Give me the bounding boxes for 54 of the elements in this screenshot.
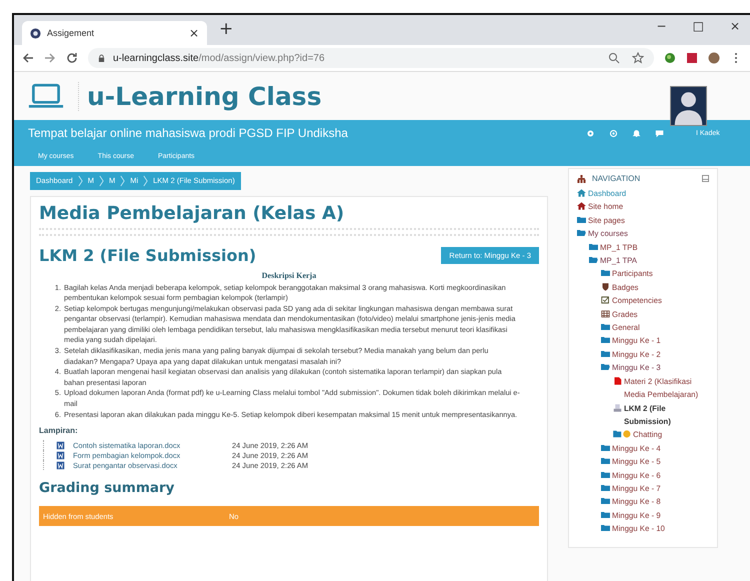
avatar-icon[interactable]	[708, 52, 720, 64]
document-icon	[613, 376, 622, 385]
extension-icon[interactable]	[686, 52, 698, 64]
star-icon[interactable]	[632, 52, 644, 64]
site-tagline: Tempat belajar online mahasiswa prodi PGSD FIP Undiksha	[28, 126, 349, 140]
tab-title: Assigement	[47, 28, 96, 38]
zoom-icon[interactable]	[608, 52, 620, 64]
description-heading: Deskripsi Kerja	[260, 270, 318, 280]
reload-icon[interactable]	[66, 52, 78, 64]
extension-icon[interactable]	[664, 52, 676, 64]
course-title: Media Pembelajaran (Kelas A)	[39, 202, 346, 224]
forward-arrow-icon[interactable]	[44, 52, 56, 64]
folder-icon	[577, 216, 586, 224]
laptop-icon	[28, 82, 64, 110]
window-control-button[interactable]: □	[692, 19, 704, 33]
chevron-icon	[78, 174, 83, 186]
window-control-button[interactable]: ×	[730, 19, 740, 33]
table-icon	[601, 310, 610, 318]
back-arrow-icon[interactable]	[22, 52, 34, 64]
attachments-label: Lampiran:	[39, 426, 79, 436]
new-tab-button[interactable]: +	[219, 18, 234, 38]
chat-bubble-icon[interactable]	[655, 128, 664, 138]
home-icon	[577, 189, 586, 197]
chevron-icon	[120, 174, 126, 186]
shield-icon	[601, 282, 610, 291]
navigation-title: NAVIGATION	[592, 174, 642, 182]
sitemap-icon	[577, 175, 586, 183]
browser-tab[interactable]: Assigement ×	[22, 21, 207, 45]
open-folder-icon	[577, 229, 586, 238]
word-document-icon	[56, 460, 65, 470]
target-icon[interactable]	[609, 128, 618, 138]
bell-icon[interactable]	[632, 128, 641, 138]
lock-icon	[98, 54, 105, 62]
grading-heading: Grading summary	[39, 480, 176, 496]
globe-icon	[30, 28, 41, 38]
home-icon	[577, 202, 586, 210]
dock-icon[interactable]	[702, 174, 709, 182]
settings-icon[interactable]	[586, 128, 595, 138]
window-control-button[interactable]: −	[656, 19, 667, 33]
chevron-icon	[143, 174, 148, 186]
page-heading: LKM 2 (File Submission)	[39, 246, 256, 264]
close-tab-button[interactable]: ×	[188, 26, 199, 40]
folder-icon	[601, 269, 610, 278]
chat-icon	[613, 430, 631, 438]
address-bar[interactable]: u-learningclass.site/mod/assign/view.php?id=76	[88, 48, 654, 68]
open-folder-icon	[601, 363, 610, 372]
user-avatar[interactable]	[670, 86, 707, 126]
folder-icon	[589, 242, 598, 251]
word-document-icon	[56, 440, 65, 450]
word-document-icon	[56, 450, 65, 460]
open-folder-icon	[589, 256, 598, 264]
checkbox-icon	[601, 296, 610, 304]
chevron-icon	[98, 174, 104, 186]
assignment-icon	[613, 404, 622, 412]
